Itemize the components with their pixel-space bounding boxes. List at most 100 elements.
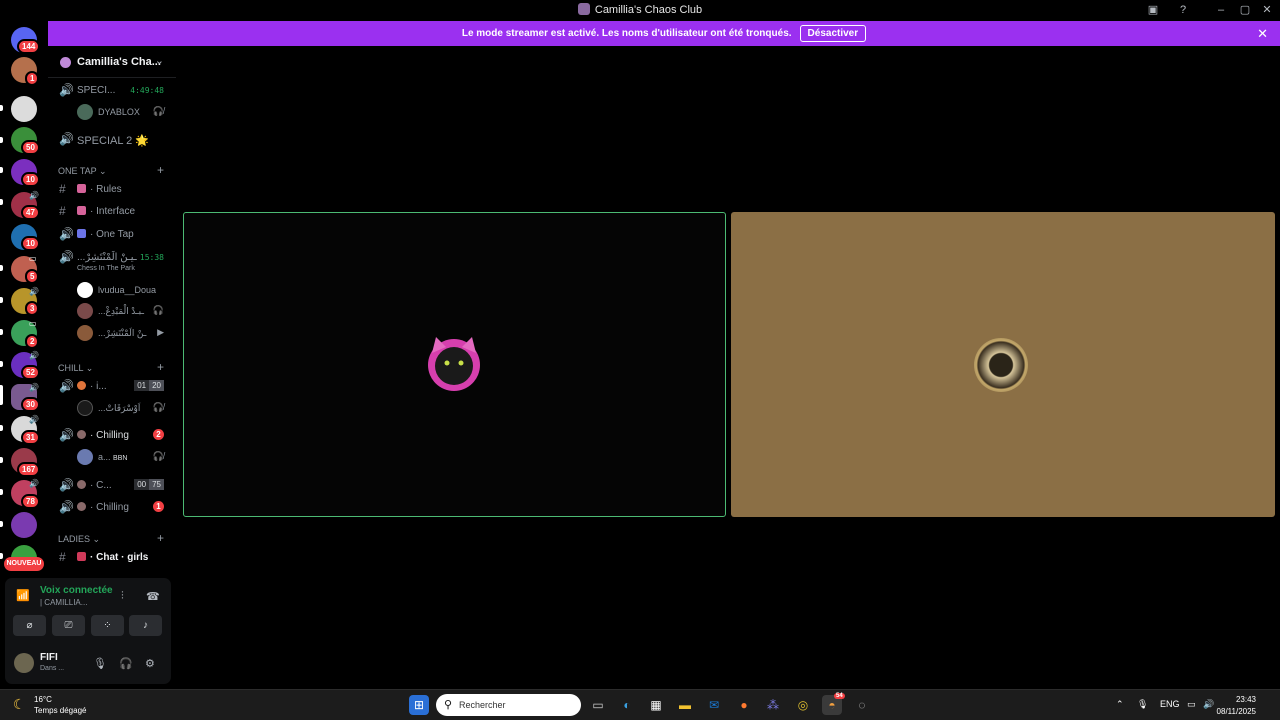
channel-name: Chilling bbox=[96, 502, 129, 513]
muted-icon: 🎧̸ bbox=[152, 402, 164, 412]
clock[interactable]: 23:43 08/11/2025 bbox=[1217, 694, 1256, 718]
voice-icon: 🔊 bbox=[29, 415, 39, 424]
steam-icon[interactable]: ◌ bbox=[852, 695, 872, 715]
taskbar-search[interactable]: ⚲ Rechercher bbox=[436, 694, 581, 716]
microphone-icon[interactable]: 🎙 bbox=[93, 657, 107, 670]
inbox-icon[interactable]: ▣ bbox=[1146, 3, 1160, 17]
voice-connected-icon: 🔊 bbox=[29, 383, 39, 392]
window-title: Camillia's Chaos Club bbox=[0, 3, 1280, 16]
task-view-icon[interactable]: ▭ bbox=[588, 695, 608, 715]
mention-badge: 2 bbox=[153, 429, 164, 440]
category-label: CHILL bbox=[58, 363, 84, 373]
voice-channel-special[interactable]: 🔊 SPECI... 4:49:48 bbox=[48, 80, 176, 100]
speaker-icon: 🔊 bbox=[59, 500, 74, 514]
guild-header[interactable]: Camillia's Cha... ⌄ bbox=[48, 46, 176, 78]
voice-user[interactable]: ...ـنْ الَمْنْتَشِرْ ▶ bbox=[77, 323, 176, 343]
activities-button[interactable]: ⁘ bbox=[91, 615, 124, 636]
teams-icon[interactable]: ⁂ bbox=[763, 695, 783, 715]
text-channel-interface[interactable]: # · Interface bbox=[48, 201, 176, 221]
voice-channel-chilling-2[interactable]: 🔊 · Chilling 1 bbox=[48, 497, 176, 517]
settings-gear-icon[interactable]: ⚙ bbox=[145, 657, 155, 670]
participant-tile-speaking[interactable] bbox=[183, 212, 726, 517]
store-icon[interactable]: ▦ bbox=[646, 695, 666, 715]
voice-channel-chill-1[interactable]: 🔊 · i... 01 20 bbox=[48, 376, 176, 396]
camera-off-button[interactable]: ⌀ bbox=[13, 615, 46, 636]
voice-channel-chilling-1[interactable]: 🔊 · Chilling 2 bbox=[48, 425, 176, 445]
avatar bbox=[77, 325, 93, 341]
server-icon[interactable] bbox=[11, 512, 37, 538]
headphones-icon[interactable]: 🎧 bbox=[119, 657, 133, 670]
avatar bbox=[77, 449, 93, 465]
unread-pill bbox=[0, 297, 3, 303]
close-banner-icon[interactable]: ✕ bbox=[1257, 26, 1268, 42]
microphone-icon[interactable]: 🎙 bbox=[1137, 699, 1148, 710]
signal-icon[interactable]: 📶 bbox=[13, 586, 33, 606]
date: 08/11/2025 bbox=[1216, 707, 1256, 716]
activity-label: Chess In The Park bbox=[77, 265, 135, 272]
windows-start-icon[interactable]: ⊞ bbox=[409, 695, 429, 715]
voice-user[interactable]: a... BBN 🎧̸ bbox=[77, 447, 176, 467]
voice-channel-one-tap[interactable]: 🔊 · One Tap bbox=[48, 224, 176, 244]
minimize-icon[interactable]: – bbox=[1214, 3, 1228, 17]
user-limit: 00 75 bbox=[134, 479, 164, 490]
user-name: DYABLOX bbox=[98, 107, 140, 117]
voice-channel-chess[interactable]: 🔊 ...ـيـنْ الَمْنْتَشِرْ 15:38 bbox=[48, 247, 176, 267]
user-tag: BBN bbox=[113, 455, 128, 462]
voice-channel-c[interactable]: 🔊 · C... 00 75 bbox=[48, 475, 176, 495]
avatar bbox=[77, 282, 93, 298]
edge-icon[interactable]: ◐ bbox=[617, 695, 637, 715]
maximize-icon[interactable]: ▢ bbox=[1238, 3, 1252, 17]
text-channel-chat-girls[interactable]: # · Chat · girls bbox=[48, 547, 176, 567]
file-explorer-icon[interactable]: ▬ bbox=[675, 695, 695, 715]
unread-pill bbox=[0, 105, 3, 111]
disable-streamer-button[interactable]: Désactiver bbox=[799, 25, 867, 42]
noise-suppression-icon[interactable]: ⫶ bbox=[121, 590, 124, 603]
disconnect-icon[interactable]: ☎ bbox=[146, 590, 160, 603]
category-one-tap[interactable]: ONE TAP ⌄ bbox=[58, 166, 107, 177]
voice-channel-label[interactable]: | CAMILLIA... bbox=[40, 598, 87, 607]
cat-avatar-icon bbox=[428, 337, 480, 391]
text-channel-rules[interactable]: # · Rules bbox=[48, 179, 176, 199]
moon-icon[interactable]: ☾ bbox=[13, 696, 26, 713]
unread-pill bbox=[0, 425, 3, 431]
chevron-up-icon[interactable]: ⌃ bbox=[1116, 699, 1124, 710]
language-indicator[interactable]: ENG bbox=[1160, 699, 1180, 709]
guild-icon bbox=[60, 57, 71, 68]
voice-channel-special-2[interactable]: 🔊 SPECIAL 2 🌟 bbox=[48, 129, 176, 149]
chrome-icon[interactable]: ◎ bbox=[793, 695, 813, 715]
time: 23:43 bbox=[1235, 695, 1256, 704]
voice-user[interactable]: ...ـبـدْ الْمَبْدِعْ 🎧 bbox=[77, 301, 176, 321]
voice-user[interactable]: DYABLOX 🎧̸ bbox=[77, 102, 176, 122]
help-icon[interactable]: ? bbox=[1176, 3, 1190, 17]
speaker-icon: 🔊 bbox=[59, 428, 74, 442]
banner-message: Le mode streamer est activé. Les noms d'… bbox=[461, 28, 792, 39]
soundboard-button[interactable]: ♪ bbox=[129, 615, 162, 636]
add-channel-icon[interactable]: + bbox=[157, 360, 164, 374]
category-ladies[interactable]: LADIES ⌄ bbox=[58, 534, 100, 545]
add-channel-icon[interactable]: + bbox=[157, 531, 164, 545]
voice-connection-panel: 📶 Voix connectée | CAMILLIA... ⫶ ☎ ⌀ ⎚ ⁘… bbox=[5, 578, 171, 684]
unread-pill bbox=[0, 329, 3, 335]
server-badge: 52 bbox=[21, 365, 40, 380]
server-badge: 78 bbox=[21, 494, 40, 509]
avatar bbox=[77, 400, 93, 416]
screen-share-button[interactable]: ⎚ bbox=[52, 615, 85, 636]
avatar[interactable] bbox=[14, 653, 34, 673]
unread-pill bbox=[0, 137, 3, 143]
outlook-icon[interactable]: ✉ bbox=[704, 695, 724, 715]
unread-pill bbox=[0, 553, 3, 559]
category-chill[interactable]: CHILL ⌄ bbox=[58, 363, 93, 374]
add-channel-icon[interactable]: + bbox=[157, 163, 164, 177]
close-window-icon[interactable]: ✕ bbox=[1260, 3, 1274, 17]
voice-user[interactable]: ...اَوْسْرَقَاتْ 🎧̸ bbox=[77, 398, 176, 418]
participant-tile[interactable] bbox=[731, 212, 1275, 517]
voice-user[interactable]: lvudua__Doua bbox=[77, 280, 176, 300]
server-icon[interactable] bbox=[11, 96, 37, 122]
chevron-down-icon[interactable]: ⌄ bbox=[155, 54, 164, 67]
volume-icon[interactable]: 🔊 bbox=[1203, 699, 1214, 710]
discord-badge: 54 bbox=[834, 693, 845, 699]
temperature: 16°C bbox=[34, 695, 52, 704]
firefox-icon[interactable]: ● bbox=[734, 695, 754, 715]
channel-name: Rules bbox=[96, 184, 122, 195]
network-icon[interactable]: ▭ bbox=[1187, 699, 1196, 710]
